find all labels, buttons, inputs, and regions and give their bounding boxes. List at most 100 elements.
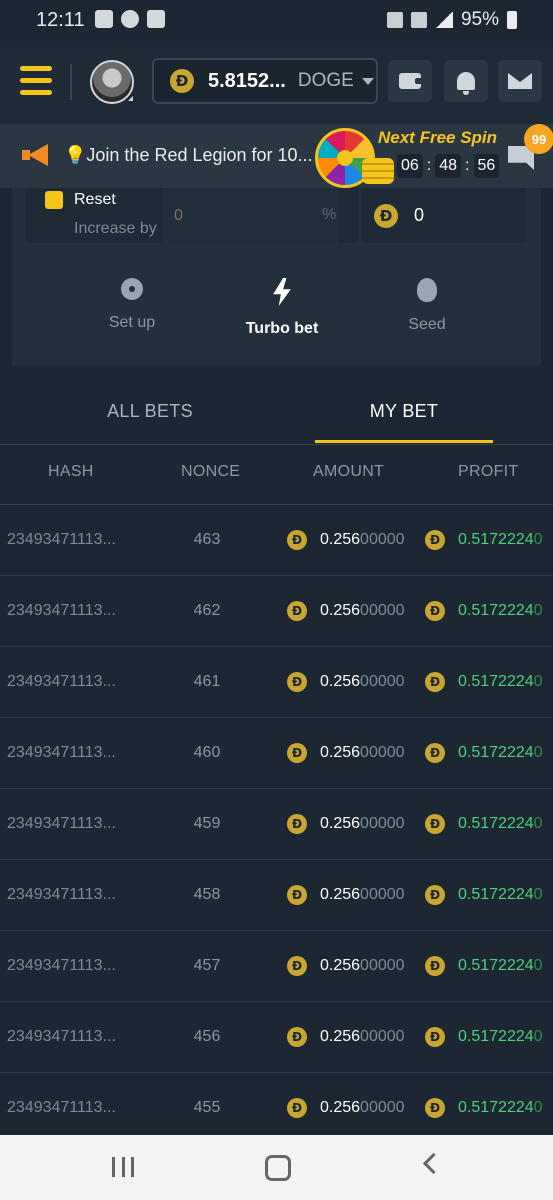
gallery-icon [147,10,165,28]
balance-currency: DOGE [297,70,354,91]
row-amount: 0.25600000 [320,957,405,974]
row-hash[interactable]: 23493471113... [7,1099,116,1117]
tab-turbo-bet-label: Turbo bet [245,320,319,337]
wallet-icon [399,73,423,89]
table-row[interactable]: 23493471113... 463 Ð 0.25600000 Ð 0.5172… [0,505,553,576]
row-hash[interactable]: 23493471113... [7,957,116,975]
chevron-down-icon [361,77,374,85]
table-row[interactable]: 23493471113... 458 Ð 0.25600000 Ð 0.5172… [0,860,553,931]
doge-coin-icon: Ð [425,601,445,621]
bet-tabs: ALL BETS MY BET [0,378,553,445]
home-icon[interactable] [265,1155,291,1181]
row-nonce: 457 [193,957,221,974]
battery-icon [507,11,517,29]
doge-coin-icon: Ð [425,1098,445,1118]
row-amount: 0.25600000 [320,1099,405,1116]
app-header: Ð 5.8152... DOGE [0,42,553,124]
row-profit: 0.51722240 [458,744,543,761]
doge-coin-icon: Ð [374,204,398,228]
table-row[interactable]: 23493471113... 460 Ð 0.25600000 Ð 0.5172… [0,718,553,789]
table-row[interactable]: 23493471113... 456 Ð 0.25600000 Ð 0.5172… [0,1002,553,1073]
messenger-icon [121,10,139,28]
mute-icon [386,12,403,28]
doge-coin-icon: Ð [170,69,194,93]
notification-icons [95,10,165,28]
doge-coin-icon: Ð [287,1098,307,1118]
timer-minutes: 48 [435,154,462,178]
row-hash[interactable]: 23493471113... [7,886,116,904]
table-row[interactable]: 23493471113... 459 Ð 0.25600000 Ð 0.5172… [0,789,553,860]
row-nonce: 462 [193,602,221,619]
tab-all-bets[interactable]: ALL BETS [30,378,270,444]
tab-seed-label: Seed [408,316,446,333]
row-amount: 0.25600000 [320,1028,405,1045]
table-row[interactable]: 23493471113... 455 Ð 0.25600000 Ð 0.5172… [0,1073,553,1144]
doge-coin-icon: Ð [425,956,445,976]
announcement-text[interactable]: 💡Join the Red Legion for 10... [64,145,313,166]
coins-stack-icon [362,158,394,184]
reset-checkbox[interactable] [45,191,63,209]
recent-apps-icon[interactable] [112,1157,134,1177]
row-nonce: 456 [193,1028,221,1045]
messages-button[interactable] [498,60,542,102]
row-amount: 0.25600000 [320,815,405,832]
table-row[interactable]: 23493471113... 457 Ð 0.25600000 Ð 0.5172… [0,931,553,1002]
row-hash[interactable]: 23493471113... [7,673,116,691]
header-profit: PROFIT [458,463,519,480]
doge-coin-icon: Ð [425,885,445,905]
megaphone-icon [22,144,50,166]
tab-set-up[interactable]: Set up [62,278,202,332]
battery-percent: 95% [460,9,499,30]
row-hash[interactable]: 23493471113... [7,744,116,762]
balance-selector[interactable]: Ð 5.8152... DOGE [152,58,378,104]
notifications-button[interactable] [444,60,488,102]
row-hash[interactable]: 23493471113... [7,1028,116,1046]
reset-increase-group: Reset Increase by % [26,188,358,243]
lightning-icon [273,278,291,306]
timer-hours: 06 [397,154,423,178]
back-icon[interactable] [422,1152,445,1175]
acorn-icon [417,278,437,302]
active-tab-indicator [315,440,493,443]
status-bar: 12:11 95% [0,0,553,42]
row-nonce: 461 [193,673,221,690]
doge-coin-icon: Ð [425,530,445,550]
row-profit: 0.51722240 [458,815,543,832]
reset-label: Reset [74,191,116,208]
row-nonce: 460 [193,744,221,761]
row-amount: 0.25600000 [320,602,405,619]
status-time: 12:11 [36,9,85,31]
row-amount: 0.25600000 [320,531,405,548]
row-profit: 0.51722240 [458,1099,543,1116]
tab-my-bet[interactable]: MY BET [284,378,524,444]
doge-coin-icon: Ð [425,743,445,763]
next-free-spin-title: Next Free Spin [378,128,498,147]
row-amount: 0.25600000 [320,886,405,903]
row-hash[interactable]: 23493471113... [7,602,116,620]
table-row[interactable]: 23493471113... 461 Ð 0.25600000 Ð 0.5172… [0,647,553,718]
wallet-button[interactable] [388,60,432,102]
tab-seed[interactable]: Seed [357,278,497,334]
table-header: HASH NONCE AMOUNT PROFIT [0,444,553,505]
header-divider [70,64,72,100]
stop-amount-value: 0 [414,205,425,225]
row-hash[interactable]: 23493471113... [7,531,116,549]
bets-table: 23493471113... 463 Ð 0.25600000 Ð 0.5172… [0,505,553,1144]
table-row[interactable]: 23493471113... 462 Ð 0.25600000 Ð 0.5172… [0,576,553,647]
doge-coin-icon: Ð [425,1027,445,1047]
tab-turbo-bet[interactable]: Turbo bet [212,278,352,338]
stop-amount-field[interactable]: Ð 0 [362,188,527,243]
row-profit: 0.51722240 [458,957,543,974]
chat-badge: 99 [524,124,553,154]
row-profit: 0.51722240 [458,602,543,619]
increase-by-input[interactable] [162,188,338,243]
doge-coin-icon: Ð [287,743,307,763]
row-hash[interactable]: 23493471113... [7,815,116,833]
doge-coin-icon: Ð [287,814,307,834]
increase-by-label: Increase by [74,220,157,237]
doge-coin-icon: Ð [425,672,445,692]
bell-icon [457,72,475,95]
signal-icon [434,12,453,28]
row-nonce: 455 [193,1099,221,1116]
menu-icon[interactable] [20,66,52,98]
